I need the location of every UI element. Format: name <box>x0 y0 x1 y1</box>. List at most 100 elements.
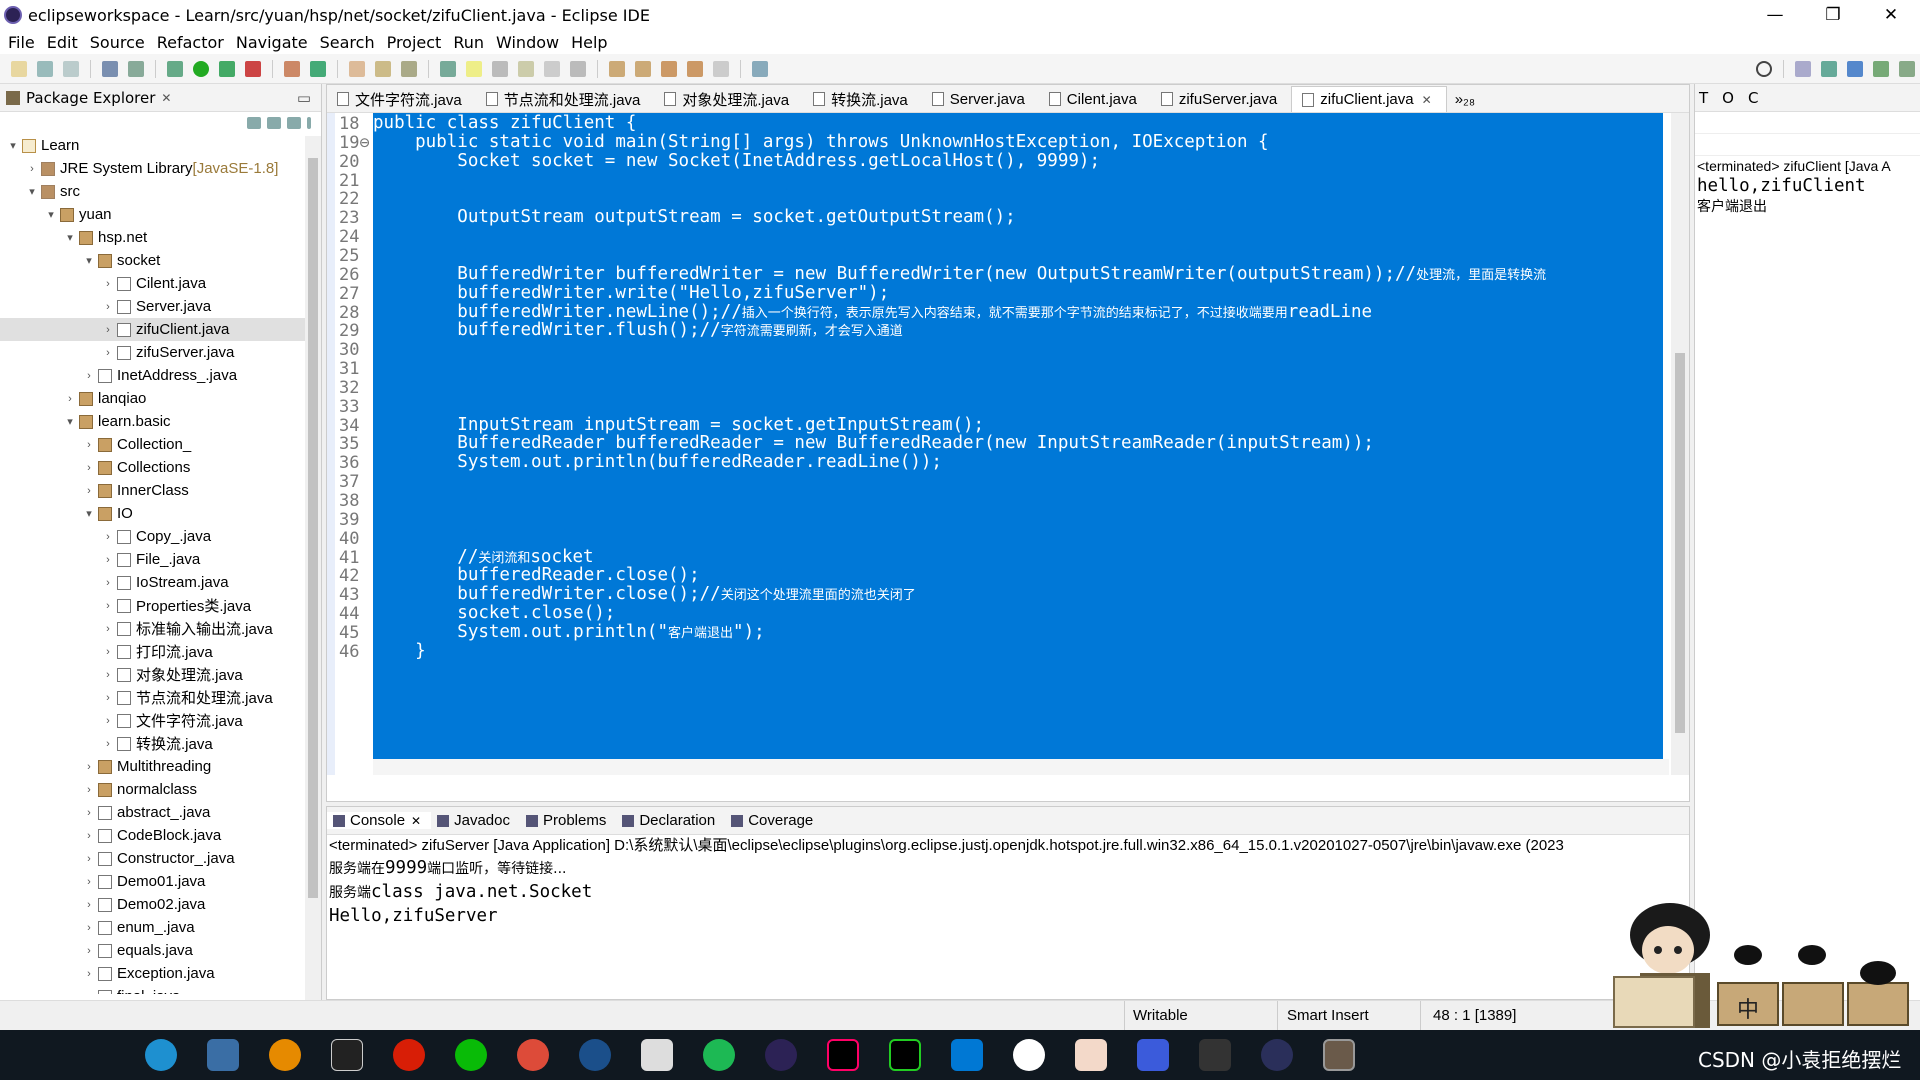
menu-project[interactable]: Project <box>387 33 442 52</box>
file-explorer-icon[interactable] <box>207 1039 239 1071</box>
open-type-icon[interactable] <box>349 60 365 77</box>
package-explorer-title[interactable]: Package Explorer <box>26 89 155 107</box>
tree-item[interactable]: › Constructor_.java <box>0 847 321 870</box>
collapsed-chevron-icon[interactable]: › <box>101 669 115 681</box>
tree-item[interactable]: › JRE System Library [JavaSE-1.8] <box>0 157 321 180</box>
editor-tab[interactable]: 对象处理流.java <box>654 86 803 112</box>
code-text[interactable]: public class zifuClient { public static … <box>373 113 1663 775</box>
back-icon[interactable] <box>687 60 703 77</box>
tree-item[interactable]: › zifuClient.java <box>0 318 321 341</box>
collapsed-chevron-icon[interactable]: › <box>82 899 96 911</box>
menu-search[interactable]: Search <box>320 33 375 52</box>
anime-app-icon[interactable] <box>1075 1039 1107 1071</box>
tree-item[interactable]: › File_.java <box>0 548 321 571</box>
editor-tab[interactable]: zifuServer.java <box>1151 86 1291 112</box>
collapsed-chevron-icon[interactable]: › <box>82 370 96 382</box>
tree-item[interactable]: ▾ yuan <box>0 203 321 226</box>
mark-occurrences-icon[interactable] <box>466 60 482 77</box>
collapsed-chevron-icon[interactable]: › <box>101 646 115 658</box>
leaf-app-icon[interactable] <box>703 1039 735 1071</box>
save-icon[interactable] <box>37 60 53 77</box>
code-line[interactable]: System.out.println("客户端退出"); <box>373 622 764 642</box>
run-icon[interactable] <box>193 60 209 77</box>
tree-item[interactable]: › Exception.java <box>0 962 321 985</box>
collapsed-chevron-icon[interactable]: › <box>82 462 96 474</box>
eclipse-taskbar-icon[interactable] <box>765 1039 797 1071</box>
active-app-icon[interactable] <box>1323 1039 1355 1071</box>
collapsed-chevron-icon[interactable]: › <box>82 853 96 865</box>
collapsed-chevron-icon[interactable]: › <box>101 577 115 589</box>
menu-navigate[interactable]: Navigate <box>236 33 308 52</box>
last-edit-icon[interactable] <box>661 60 677 77</box>
filter-icon[interactable] <box>287 117 301 129</box>
tree-item[interactable]: › Collection_ <box>0 433 321 456</box>
v-app-icon[interactable] <box>1137 1039 1169 1071</box>
console-tab-javadoc[interactable]: Javadoc <box>431 812 520 829</box>
search-tool-icon[interactable] <box>401 60 417 77</box>
new-java-class-icon[interactable] <box>310 60 326 77</box>
code-line[interactable]: InputStream inputStream = socket.getInpu… <box>373 415 984 435</box>
tree-item[interactable]: › 对象处理流.java <box>0 663 321 686</box>
expanded-chevron-icon[interactable]: ▾ <box>82 254 96 267</box>
code-line[interactable]: OutputStream outputStream = socket.getOu… <box>373 207 1015 227</box>
link-with-editor-icon[interactable] <box>267 117 281 129</box>
code-line[interactable]: bufferedWriter.flush();//字符流需要刷新，才会写入通道 <box>373 320 902 340</box>
collapsed-chevron-icon[interactable]: › <box>82 830 96 842</box>
minimize-view-icon[interactable]: ▭ <box>297 89 311 107</box>
collapsed-chevron-icon[interactable]: › <box>101 347 115 359</box>
tree-item[interactable]: › zifuServer.java <box>0 341 321 364</box>
debug-icon[interactable] <box>167 60 183 77</box>
menu-run[interactable]: Run <box>453 33 484 52</box>
tree-item[interactable]: › lanqiao <box>0 387 321 410</box>
code-line[interactable]: BufferedReader bufferedReader = new Buff… <box>373 433 1374 453</box>
tab-outline[interactable]: O <box>1722 89 1734 107</box>
tree-item[interactable]: › Server.java <box>0 295 321 318</box>
tree-scrollbar[interactable] <box>305 136 321 1000</box>
collapsed-chevron-icon[interactable]: › <box>82 807 96 819</box>
team-perspective-icon[interactable] <box>1899 60 1915 77</box>
tree-item[interactable]: ▾ hsp.net <box>0 226 321 249</box>
tree-item[interactable]: › IoStream.java <box>0 571 321 594</box>
collapsed-chevron-icon[interactable]: › <box>101 738 115 750</box>
collapsed-chevron-icon[interactable]: › <box>101 715 115 727</box>
console-tab-problems[interactable]: Problems <box>520 812 616 829</box>
terminal-icon[interactable] <box>102 60 118 77</box>
block-selection-icon[interactable] <box>518 60 534 77</box>
tree-item[interactable]: › Multithreading <box>0 755 321 778</box>
close-tab-icon[interactable]: ✕ <box>411 814 421 828</box>
search-icon[interactable] <box>1756 60 1772 77</box>
close-tab-icon[interactable]: ✕ <box>1422 93 1432 107</box>
java-perspective-icon[interactable] <box>1821 60 1837 77</box>
tab-overflow-button[interactable]: »₂₈ <box>1447 86 1489 112</box>
editor-scrollbar[interactable] <box>1671 113 1689 775</box>
vscode-icon[interactable] <box>951 1039 983 1071</box>
tree-item[interactable]: › Copy_.java <box>0 525 321 548</box>
editor-tab[interactable]: 文件字符流.java <box>327 86 476 112</box>
collapsed-chevron-icon[interactable]: › <box>63 393 77 405</box>
code-line[interactable]: bufferedWriter.write("Hello,zifuServer")… <box>373 283 889 303</box>
menu-file[interactable]: File <box>8 33 35 52</box>
thunder-icon[interactable] <box>641 1039 673 1071</box>
collapsed-chevron-icon[interactable]: › <box>82 784 96 796</box>
tree-item[interactable]: › Cilent.java <box>0 272 321 295</box>
next-annotation-icon[interactable] <box>609 60 625 77</box>
code-line[interactable]: } <box>373 641 426 661</box>
tree-item[interactable]: ▾ socket <box>0 249 321 272</box>
collapsed-chevron-icon[interactable]: › <box>82 485 96 497</box>
tree-item[interactable]: › Collections <box>0 456 321 479</box>
editor-tab[interactable]: Server.java <box>922 86 1039 112</box>
tree-item[interactable]: › normalclass <box>0 778 321 801</box>
code-line[interactable]: Socket socket = new Socket(InetAddress.g… <box>373 151 1100 171</box>
netease-music-icon[interactable] <box>393 1039 425 1071</box>
intellij-icon[interactable] <box>827 1039 859 1071</box>
collapsed-chevron-icon[interactable]: › <box>82 991 96 995</box>
editor-hscrollbar[interactable] <box>373 759 1669 775</box>
external-tools-icon[interactable] <box>245 60 261 77</box>
expanded-chevron-icon[interactable]: ▾ <box>25 185 39 198</box>
collapsed-chevron-icon[interactable]: › <box>82 876 96 888</box>
pilcrow-icon[interactable] <box>570 60 586 77</box>
console-tab-declaration[interactable]: Declaration <box>616 812 725 829</box>
tree-item[interactable]: › 文件字符流.java <box>0 709 321 732</box>
expanded-chevron-icon[interactable]: ▾ <box>63 415 77 428</box>
tree-item[interactable]: › Properties类.java <box>0 594 321 617</box>
